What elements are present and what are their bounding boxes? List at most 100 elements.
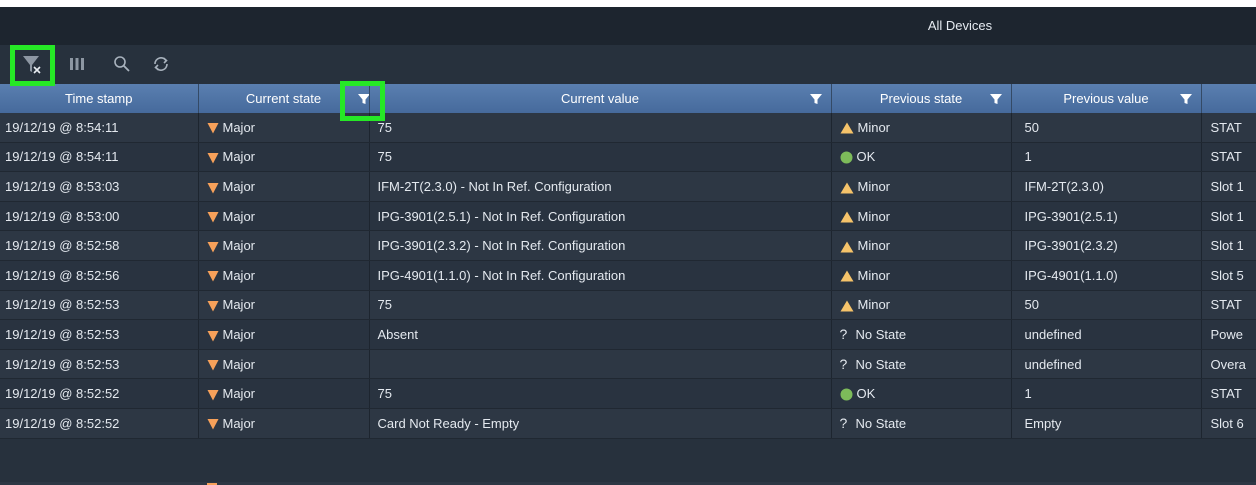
current-state-cell: Major [198, 290, 370, 321]
column-header-time-stamp[interactable]: Time stamp [0, 84, 199, 113]
clear-filters-icon [21, 53, 43, 78]
major-triangle-icon [207, 152, 219, 164]
question-mark-icon: ? [839, 415, 848, 432]
column-header-current-value[interactable]: Current value [369, 84, 832, 113]
current-state-filter-icon[interactable] [357, 92, 368, 106]
column-header-current-state[interactable]: Current state [198, 84, 370, 113]
current-state-label: Major [222, 386, 256, 402]
current-state-cell: Major [198, 171, 370, 202]
table-row[interactable]: 19/12/19 @ 8:52:58 Major IPG-3901(2.3.2) -… [0, 230, 1256, 261]
extra-cell: STAT [1201, 290, 1256, 321]
time-stamp-cell: 19/12/19 @ 8:52:56 [0, 260, 199, 291]
events-table: Time stamp Current state Current value P… [0, 84, 1256, 439]
previous-state-cell: Minor [831, 290, 1012, 321]
ok-circle-icon [840, 388, 853, 401]
current-state-cell: Major [198, 408, 370, 439]
previous-state-label: No State [855, 327, 907, 343]
refresh-icon [152, 55, 170, 76]
title-bar: All Devices [0, 7, 1256, 45]
table-row[interactable]: 19/12/19 @ 8:52:52 Major Card Not Ready - … [0, 408, 1256, 439]
current-value-cell: IFM-2T(2.3.0) - Not In Ref. Configuratio… [369, 171, 832, 202]
table-row[interactable]: 19/12/19 @ 8:52:52 Major 75 OK 1 STAT [0, 378, 1256, 409]
current-state-label: Major [222, 238, 256, 254]
minor-triangle-icon [840, 211, 854, 223]
previous-state-filter-icon[interactable] [989, 92, 1003, 106]
table-row[interactable]: 19/12/19 @ 8:53:03 Major IFM-2T(2.3.0) - N… [0, 171, 1256, 202]
table-row[interactable]: 19/12/19 @ 8:53:00 Major IPG-3901(2.5.1) -… [0, 201, 1256, 232]
current-state-cell: Major [198, 349, 370, 380]
major-triangle-icon [207, 359, 219, 371]
previous-state-cell: OK [831, 142, 1012, 173]
previous-value-cell: 1 [1011, 142, 1202, 173]
extra-cell: STAT [1201, 113, 1256, 143]
search-button[interactable] [106, 49, 138, 81]
major-triangle-icon [207, 182, 219, 194]
major-triangle-icon [207, 241, 219, 253]
table-row[interactable]: 19/12/19 @ 8:54:11 Major 75 Minor 50 STAT [0, 113, 1256, 143]
previous-state-label: No State [855, 416, 907, 432]
previous-state-label: Minor [857, 238, 891, 254]
question-mark-icon: ? [839, 326, 848, 343]
current-state-cell: Major [198, 201, 370, 232]
extra-cell: Overa [1201, 349, 1256, 380]
previous-state-cell: ? No State [831, 349, 1012, 380]
extra-cell: Slot 1 [1201, 201, 1256, 232]
column-header-previous-value[interactable]: Previous value [1011, 84, 1202, 113]
current-state-label: Major [222, 267, 256, 283]
columns-icon [68, 55, 86, 76]
previous-state-cell: ? No State [831, 408, 1012, 439]
column-header-previous-state[interactable]: Previous state [831, 84, 1012, 113]
time-stamp-cell: 19/12/19 @ 8:52:53 [0, 290, 199, 321]
table-row[interactable]: 19/12/19 @ 8:52:53 Major 75 Minor 50 STAT [0, 290, 1256, 321]
app-window: All Devices Time stamp Current state Cur… [0, 7, 1256, 485]
current-state-label: Major [222, 297, 256, 313]
current-state-label: Major [222, 208, 256, 224]
previous-value-cell: 1 [1011, 378, 1202, 409]
current-state-cell: Major [198, 113, 370, 143]
previous-state-cell: Minor [831, 201, 1012, 232]
table-row[interactable]: 19/12/19 @ 8:54:11 Major 75 OK 1 STAT [0, 142, 1256, 173]
current-state-label: Major [222, 149, 256, 165]
major-triangle-icon [207, 418, 219, 430]
previous-state-cell: OK [831, 378, 1012, 409]
time-stamp-cell: 19/12/19 @ 8:52:53 [0, 319, 199, 350]
window-title: All Devices [927, 18, 993, 33]
current-state-label: Major [222, 119, 256, 135]
time-stamp-cell: 19/12/19 @ 8:52:52 [0, 378, 199, 409]
previous-value-cell: Empty [1011, 408, 1202, 439]
previous-state-label: Minor [857, 208, 891, 224]
refresh-button[interactable] [145, 49, 177, 81]
current-state-label: Major [222, 356, 256, 372]
table-row[interactable]: 19/12/19 @ 8:52:56 Major IPG-4901(1.1.0) -… [0, 260, 1256, 291]
current-state-label: Major [222, 178, 256, 194]
previous-state-label: Minor [857, 267, 891, 283]
previous-value-cell: IPG-4901(1.1.0) [1011, 260, 1202, 291]
current-state-label: Major [222, 326, 256, 342]
extra-cell: STAT [1201, 142, 1256, 173]
table-row[interactable]: 19/12/19 @ 8:52:53 Major Absent? No State un… [0, 319, 1256, 350]
table-row[interactable]: 19/12/19 @ 8:52:53 Major? No State undefine… [0, 349, 1256, 380]
current-value-cell: Card Not Ready - Empty [369, 408, 832, 439]
minor-triangle-icon [840, 182, 854, 194]
current-value-cell: IPG-3901(2.3.2) - Not In Ref. Configurat… [369, 230, 832, 261]
minor-triangle-icon [840, 270, 854, 282]
previous-state-cell: Minor [831, 113, 1012, 143]
ok-circle-icon [840, 151, 853, 164]
current-value-filter-icon[interactable] [809, 92, 823, 106]
column-header-extra[interactable] [1201, 84, 1256, 113]
columns-button[interactable] [61, 49, 93, 81]
current-value-cell: 75 [369, 113, 832, 143]
previous-value-cell: undefined [1011, 349, 1202, 380]
clear-filters-button[interactable] [16, 49, 48, 81]
current-value-cell [369, 349, 832, 380]
previous-state-cell: Minor [831, 260, 1012, 291]
previous-value-cell: undefined [1011, 319, 1202, 350]
time-stamp-cell: 19/12/19 @ 8:54:11 [0, 142, 199, 173]
major-triangle-icon [207, 122, 219, 134]
previous-state-label: Minor [857, 178, 891, 194]
extra-cell: Powe [1201, 319, 1256, 350]
current-state-cell: Major [198, 378, 370, 409]
previous-state-cell: Minor [831, 230, 1012, 261]
major-triangle-icon [207, 270, 219, 282]
previous-value-filter-icon[interactable] [1179, 92, 1193, 106]
